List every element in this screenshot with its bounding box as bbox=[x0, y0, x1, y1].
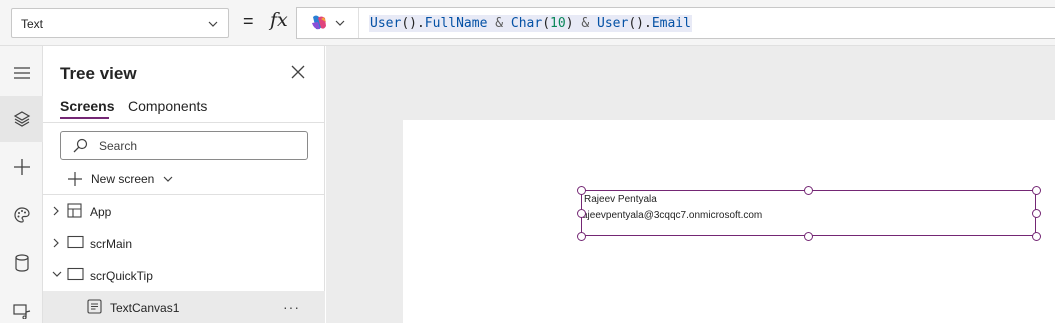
text-line-fullname: Rajeev Pentyala bbox=[584, 194, 657, 205]
data-button[interactable] bbox=[0, 240, 43, 286]
copilot-icon bbox=[312, 15, 326, 30]
resize-handle[interactable] bbox=[1032, 186, 1041, 195]
tree-view-pane: Tree view Screens Components New screen … bbox=[43, 46, 325, 323]
tab-screens[interactable]: Screens bbox=[60, 98, 114, 114]
property-dropdown[interactable]: Text bbox=[11, 8, 229, 38]
text-control-selected[interactable]: Rajeev Pentyala ajeevpentyala@3cqqc7.onm… bbox=[581, 190, 1036, 236]
formula-token: Email bbox=[651, 16, 691, 31]
formula-token: FullName bbox=[424, 16, 488, 31]
layers-icon bbox=[13, 111, 30, 127]
fx-icon[interactable]: fx bbox=[270, 9, 288, 31]
insert-button[interactable] bbox=[0, 144, 43, 190]
formula-token: (). bbox=[401, 16, 425, 31]
search-icon bbox=[73, 138, 88, 153]
media-icon bbox=[12, 304, 30, 319]
more-options-button[interactable]: ··· bbox=[283, 299, 300, 315]
resize-handle[interactable] bbox=[804, 232, 813, 241]
palette-icon bbox=[13, 207, 30, 223]
formula-input[interactable]: User().FullName & Char(10) & User().Emai… bbox=[296, 7, 1055, 39]
theme-button[interactable] bbox=[0, 192, 43, 238]
resize-handle[interactable] bbox=[577, 232, 586, 241]
formula-text: User().FullName & Char(10) & User().Emai… bbox=[369, 15, 692, 32]
tree-node-label: App bbox=[90, 205, 112, 219]
formula-token: ) bbox=[565, 16, 574, 31]
formula-token: User bbox=[597, 16, 629, 31]
property-value: Text bbox=[21, 17, 44, 31]
formula-token: & bbox=[487, 16, 511, 31]
divider bbox=[43, 122, 325, 123]
media-button[interactable] bbox=[0, 288, 43, 334]
tree-node-scrmain[interactable]: scrMain bbox=[43, 227, 325, 259]
chevron-down-icon bbox=[208, 21, 218, 27]
plus-icon bbox=[68, 172, 82, 186]
close-icon[interactable] bbox=[290, 64, 306, 80]
menu-button[interactable] bbox=[0, 50, 43, 96]
tree-view-title: Tree view bbox=[60, 64, 137, 83]
formula-token: 10 bbox=[550, 16, 566, 31]
tree-node-label: scrMain bbox=[90, 237, 133, 251]
resize-handle[interactable] bbox=[577, 209, 586, 218]
equals-sign: = bbox=[243, 11, 254, 31]
screen-artboard[interactable]: Rajeev Pentyala ajeevpentyala@3cqqc7.onm… bbox=[403, 120, 1055, 323]
copilot-button[interactable] bbox=[297, 8, 359, 38]
chevron-down-icon[interactable] bbox=[52, 270, 62, 278]
text-control-icon bbox=[87, 299, 102, 314]
active-tab-indicator bbox=[60, 117, 109, 119]
left-rail bbox=[0, 46, 43, 323]
resize-handle[interactable] bbox=[1032, 232, 1041, 241]
chevron-down-icon bbox=[163, 176, 173, 182]
search-box[interactable] bbox=[60, 131, 308, 160]
formula-token: Char bbox=[510, 16, 543, 31]
plus-icon bbox=[13, 159, 30, 175]
tree-node-textcanvas1[interactable]: TextCanvas1 ··· bbox=[43, 291, 325, 323]
new-screen-button[interactable]: New screen bbox=[67, 170, 174, 188]
resize-handle[interactable] bbox=[577, 186, 586, 195]
search-input[interactable] bbox=[97, 137, 297, 155]
new-screen-label: New screen bbox=[91, 172, 155, 186]
formula-token: (). bbox=[628, 16, 652, 31]
chevron-down-icon bbox=[335, 20, 345, 26]
formula-token: User bbox=[370, 16, 402, 31]
screen-icon bbox=[67, 235, 84, 249]
chevron-right-icon[interactable] bbox=[52, 238, 60, 248]
tree-view-button[interactable] bbox=[0, 96, 43, 142]
resize-handle[interactable] bbox=[804, 186, 813, 195]
formula-bar: Text = fx User().FullName & Char(10) & U… bbox=[0, 0, 1055, 46]
tree-node-app[interactable]: App bbox=[43, 195, 325, 227]
formula-token: ( bbox=[542, 16, 551, 31]
tab-components[interactable]: Components bbox=[128, 98, 207, 114]
tree-node-label: scrQuickTip bbox=[90, 269, 153, 283]
text-line-email: ajeevpentyala@3cqqc7.onmicrosoft.com bbox=[582, 210, 763, 221]
tree-node-scrquicktip[interactable]: scrQuickTip bbox=[43, 259, 325, 291]
screen-icon bbox=[67, 267, 84, 281]
resize-handle[interactable] bbox=[1032, 209, 1041, 218]
app-icon bbox=[67, 203, 82, 218]
database-icon bbox=[14, 254, 29, 272]
chevron-right-icon[interactable] bbox=[52, 206, 60, 216]
design-canvas[interactable]: Rajeev Pentyala ajeevpentyala@3cqqc7.onm… bbox=[326, 46, 1055, 323]
tree-node-label: TextCanvas1 bbox=[110, 301, 180, 315]
hamburger-icon bbox=[13, 67, 30, 79]
formula-token: & bbox=[573, 16, 598, 31]
